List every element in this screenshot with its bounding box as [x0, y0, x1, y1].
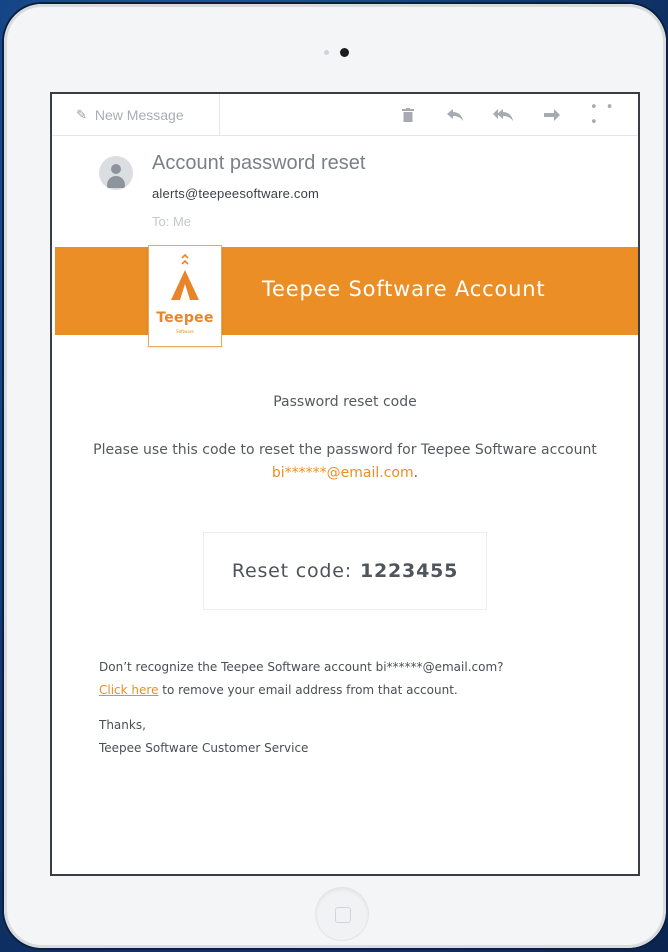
more-icon[interactable]: • • •	[590, 94, 620, 135]
teepee-tent-icon	[171, 254, 199, 300]
masked-email: bi******@email.com	[271, 465, 414, 481]
email-subject: Account password reset	[152, 152, 366, 174]
unrecognized-notice: Don’t recognize the Teepee Software acco…	[99, 656, 599, 702]
sensor-dot	[324, 50, 329, 55]
brand-banner: Teepee Software Account	[55, 247, 638, 335]
new-message-button[interactable]: ✎ New Message	[52, 94, 220, 135]
signoff: Thanks, Teepee Software Customer Service	[99, 714, 599, 760]
new-message-label: New Message	[94, 106, 184, 123]
email-sender[interactable]: alerts@teepeesoftware.com	[152, 186, 319, 201]
thanks-text: Thanks,	[99, 718, 146, 732]
instruction-suffix: .	[413, 465, 419, 481]
reset-code-value: 1223455	[359, 560, 459, 582]
reply-all-icon[interactable]	[490, 94, 516, 135]
email-screen: ✎ New Message • • • Account password res…	[50, 92, 640, 876]
mail-toolbar: ✎ New Message • • •	[52, 94, 638, 136]
unrecognized-text: Don’t recognize the Teepee Software acco…	[99, 660, 504, 674]
logo-subtitle: Software	[176, 329, 194, 334]
tablet-device: ✎ New Message • • • Account password res…	[4, 4, 666, 948]
signature-text: Teepee Software Customer Service	[99, 741, 309, 755]
click-here-link[interactable]: Click here	[99, 683, 158, 697]
teepee-logo: Teepee Software	[148, 245, 222, 347]
reset-instructions: Please use this code to reset the passwo…	[52, 439, 638, 485]
trash-icon[interactable]	[395, 94, 421, 135]
pencil-icon: ✎	[76, 106, 87, 122]
link-suffix-text: to remove your email address from that a…	[158, 683, 458, 697]
code-heading: Password reset code	[273, 394, 417, 410]
forward-icon[interactable]	[539, 94, 565, 135]
message-header: Account password reset alerts@teepeesoft…	[52, 136, 638, 246]
reset-code-box: Reset code: 1223455	[203, 532, 487, 610]
avatar	[99, 156, 133, 190]
email-recipient: To: Me	[152, 214, 192, 229]
reply-icon[interactable]	[442, 94, 468, 135]
instruction-text: Please use this code to reset the passwo…	[93, 442, 597, 458]
reset-code-label: Reset code:	[231, 560, 352, 582]
banner-title: Teepee Software Account	[262, 277, 546, 301]
camera-dot	[340, 48, 349, 57]
logo-word: Teepee	[156, 310, 214, 326]
home-button[interactable]	[316, 888, 368, 940]
